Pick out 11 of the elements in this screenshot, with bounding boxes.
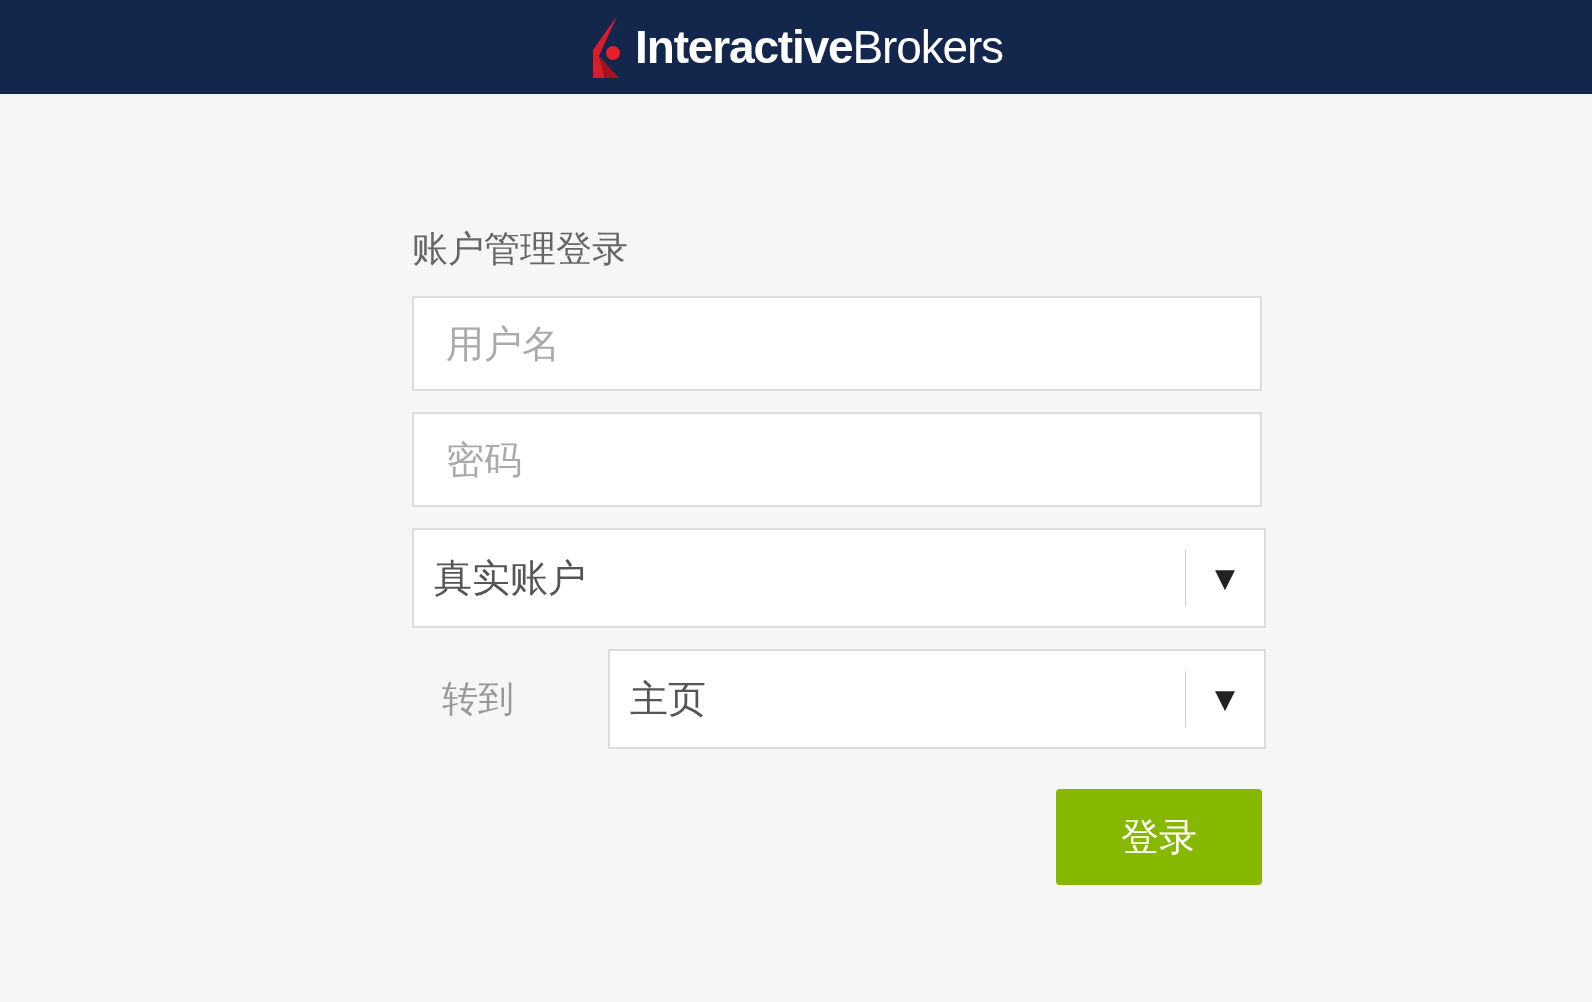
username-field[interactable]: 用户名 xyxy=(412,296,1262,391)
dropdown-value: 真实账户 xyxy=(433,554,587,602)
dropdown[interactable]: 主页 ▼ xyxy=(608,649,1266,749)
password-field[interactable]: 密码 xyxy=(412,412,1262,507)
goto-label: 转到 xyxy=(441,677,515,721)
dropdown[interactable]: 真实账户 ▼ xyxy=(412,528,1266,628)
form-title: 账户管理登录 xyxy=(412,227,629,271)
caret-icon: ▼ xyxy=(1186,679,1264,719)
logo-text: InteractiveBrokers xyxy=(635,19,1003,75)
caret-icon: ▼ xyxy=(1186,558,1264,598)
dropdown-value: 主页 xyxy=(629,675,707,723)
